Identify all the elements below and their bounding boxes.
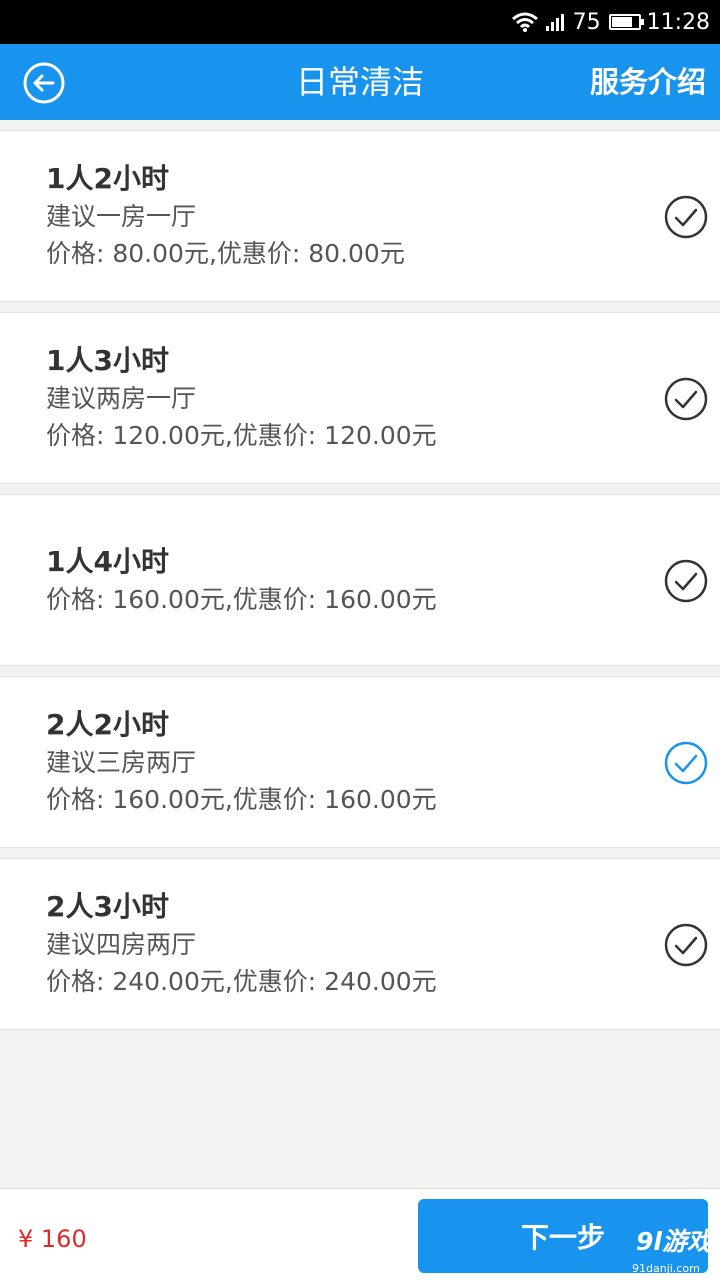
status-bar: 75 11:28	[0, 0, 720, 44]
check-selected-icon[interactable]	[664, 741, 708, 785]
option-suggestion: 建议四房两厅	[46, 930, 197, 959]
check-icon[interactable]	[664, 923, 708, 967]
service-option-2-3h[interactable]: 2人3小时 建议四房两厅 价格: 240.00元,优惠价: 240.00元	[0, 858, 720, 1030]
service-option-1-2h[interactable]: 1人2小时 建议一房一厅 价格: 80.00元,优惠价: 80.00元	[0, 130, 720, 302]
battery-level-text: 75	[572, 9, 601, 35]
status-icons: 75 11:28	[511, 0, 710, 44]
option-text: 1人2小时 建议一房一厅 价格: 80.00元,优惠价: 80.00元	[46, 131, 405, 301]
option-title: 2人2小时	[46, 708, 169, 741]
option-text: 2人3小时 建议四房两厅 价格: 240.00元,优惠价: 240.00元	[46, 859, 437, 1029]
option-title: 1人2小时	[46, 162, 169, 195]
service-option-1-3h[interactable]: 1人3小时 建议两房一厅 价格: 120.00元,优惠价: 120.00元	[0, 312, 720, 484]
option-text: 1人4小时 价格: 160.00元,优惠价: 160.00元	[46, 495, 437, 665]
service-option-2-2h[interactable]: 2人2小时 建议三房两厅 价格: 160.00元,优惠价: 160.00元	[0, 676, 720, 848]
check-icon[interactable]	[664, 195, 708, 239]
status-time: 11:28	[646, 9, 710, 35]
option-text: 2人2小时 建议三房两厅 价格: 160.00元,优惠价: 160.00元	[46, 677, 437, 847]
back-button[interactable]	[22, 61, 66, 105]
wifi-icon	[511, 12, 538, 32]
option-suggestion: 建议一房一厅	[46, 202, 197, 231]
option-price: 价格: 160.00元,优惠价: 160.00元	[46, 785, 437, 814]
option-text: 1人3小时 建议两房一厅 价格: 120.00元,优惠价: 120.00元	[46, 313, 437, 483]
option-title: 2人3小时	[46, 890, 169, 923]
total-price: ¥ 160	[18, 1225, 87, 1253]
check-icon[interactable]	[664, 559, 708, 603]
option-suggestion: 建议三房两厅	[46, 748, 197, 777]
option-price: 价格: 120.00元,优惠价: 120.00元	[46, 421, 437, 450]
option-title: 1人4小时	[46, 544, 169, 578]
option-suggestion: 建议两房一厅	[46, 384, 197, 413]
watermark-site: 91danji.com	[632, 1262, 700, 1275]
watermark-logo: 9l游戏	[636, 1227, 712, 1256]
signal-icon	[545, 14, 564, 31]
service-intro-link[interactable]: 服务介绍	[590, 44, 706, 120]
option-price: 价格: 160.00元,优惠价: 160.00元	[46, 584, 437, 614]
check-icon[interactable]	[664, 377, 708, 421]
option-price: 价格: 240.00元,优惠价: 240.00元	[46, 967, 437, 996]
option-title: 1人3小时	[46, 344, 169, 377]
option-price: 价格: 80.00元,优惠价: 80.00元	[46, 239, 405, 268]
back-arrow-icon	[23, 62, 65, 104]
app-bar: 日常清洁 服务介绍	[0, 44, 720, 120]
service-option-list: 1人2小时 建议一房一厅 价格: 80.00元,优惠价: 80.00元 1人3小…	[0, 130, 720, 1040]
service-option-1-4h[interactable]: 1人4小时 价格: 160.00元,优惠价: 160.00元	[0, 494, 720, 666]
battery-icon	[608, 14, 644, 30]
